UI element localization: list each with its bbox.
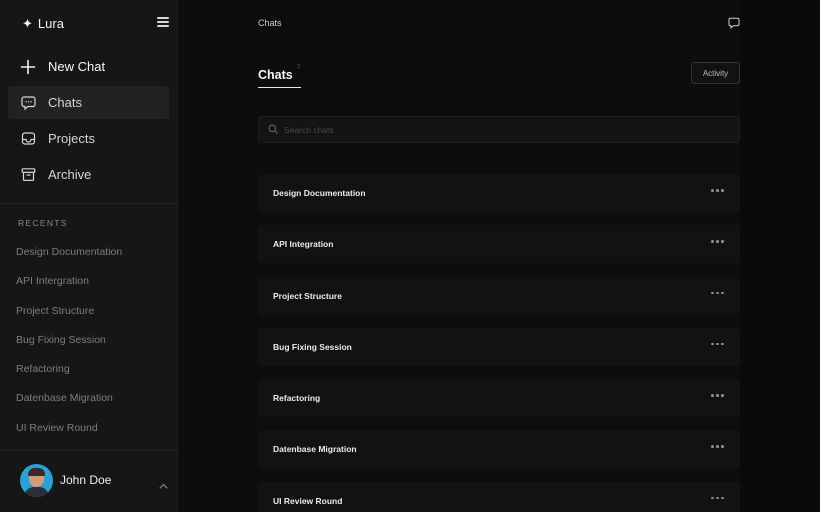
main-content: Chats Chats 7 Activity Design Documentat…	[178, 0, 820, 512]
tab-label: Chats	[258, 68, 293, 82]
recents-heading: RECENTS	[18, 218, 68, 228]
search-input[interactable]	[284, 124, 724, 135]
chat-title: UI Review Round	[273, 495, 343, 506]
recent-item[interactable]: Refactoring	[16, 359, 171, 388]
main-edge	[740, 0, 820, 512]
chat-row[interactable]: Datenbase Migration	[258, 430, 740, 469]
more-options-icon[interactable]	[711, 189, 724, 192]
sidebar-item-chats[interactable]: Chats	[8, 86, 169, 119]
nav-label: New Chat	[48, 59, 106, 74]
chat-title: Refactoring	[273, 393, 321, 404]
chats-count: 7	[297, 65, 301, 71]
more-options-icon[interactable]	[711, 496, 724, 500]
recent-item[interactable]: Project Structure	[16, 301, 171, 330]
chat-title: Bug Fixing Session	[273, 341, 352, 352]
brand-name: Lura	[37, 15, 64, 31]
recent-item[interactable]: Bug Fixing Session	[16, 330, 171, 359]
tab-chats[interactable]: Chats	[258, 68, 301, 88]
nav-label: Archive	[48, 167, 92, 182]
divider	[0, 203, 178, 204]
recents-list: Design Documentation API Intergration Pr…	[16, 242, 171, 447]
search-bar[interactable]	[258, 116, 740, 143]
archive-icon	[20, 167, 36, 183]
chat-row[interactable]: Design Documentation	[258, 174, 740, 212]
recent-item[interactable]: Datenbase Migration	[16, 388, 171, 417]
plus-icon	[20, 59, 36, 75]
more-options-icon[interactable]	[711, 445, 724, 449]
chat-row[interactable]: API Integration	[258, 225, 740, 264]
tabs: Chats 7	[258, 65, 301, 88]
inbox-icon	[20, 131, 36, 147]
menu-icon[interactable]	[157, 17, 169, 27]
more-options-icon[interactable]	[711, 394, 724, 397]
activity-button[interactable]: Activity	[691, 62, 740, 84]
new-chat-button[interactable]: New Chat	[8, 50, 169, 83]
chat-title: Project Structure	[273, 290, 342, 301]
brand[interactable]: ✦ Lura	[22, 14, 64, 32]
chat-bubble-icon	[20, 95, 36, 111]
more-options-icon[interactable]	[711, 291, 724, 295]
chat-row[interactable]: UI Review Round	[258, 481, 740, 512]
sidebar: ✦ Lura New Chat Chats Projects Archive R…	[0, 0, 178, 512]
main-column: Chats Chats 7 Activity Design Documentat…	[258, 0, 740, 512]
sidebar-item-projects[interactable]: Projects	[8, 122, 169, 155]
divider	[0, 450, 178, 451]
chat-title: Datenbase Migration	[273, 444, 357, 455]
recent-item[interactable]: Design Documentation	[16, 242, 171, 271]
more-options-icon[interactable]	[711, 342, 724, 346]
user-menu[interactable]: John Doe	[20, 463, 170, 497]
chat-row[interactable]: Project Structure	[258, 276, 740, 315]
chat-row[interactable]: Refactoring	[258, 379, 740, 418]
sparkle-icon: ✦	[22, 15, 33, 31]
chat-title: Design Documentation	[273, 188, 366, 198]
new-chat-icon[interactable]	[728, 16, 740, 29]
sidebar-nav: New Chat Chats Projects Archive	[8, 50, 169, 194]
chat-row[interactable]: Bug Fixing Session	[258, 327, 740, 366]
user-name: John Doe	[60, 473, 112, 487]
chevron-up-icon	[159, 476, 168, 489]
search-icon	[268, 121, 278, 139]
chat-title: API Integration	[273, 239, 334, 250]
recent-item[interactable]: UI Review Round	[16, 418, 171, 447]
sidebar-item-archive[interactable]: Archive	[8, 158, 169, 191]
page-header-title: Chats	[258, 18, 282, 28]
nav-label: Projects	[48, 131, 95, 146]
recent-item[interactable]: API Intergration	[16, 271, 171, 300]
chat-list: Design Documentation API Integration Pro…	[258, 174, 740, 512]
more-options-icon[interactable]	[711, 240, 724, 243]
nav-label: Chats	[48, 95, 82, 110]
avatar	[20, 463, 53, 497]
